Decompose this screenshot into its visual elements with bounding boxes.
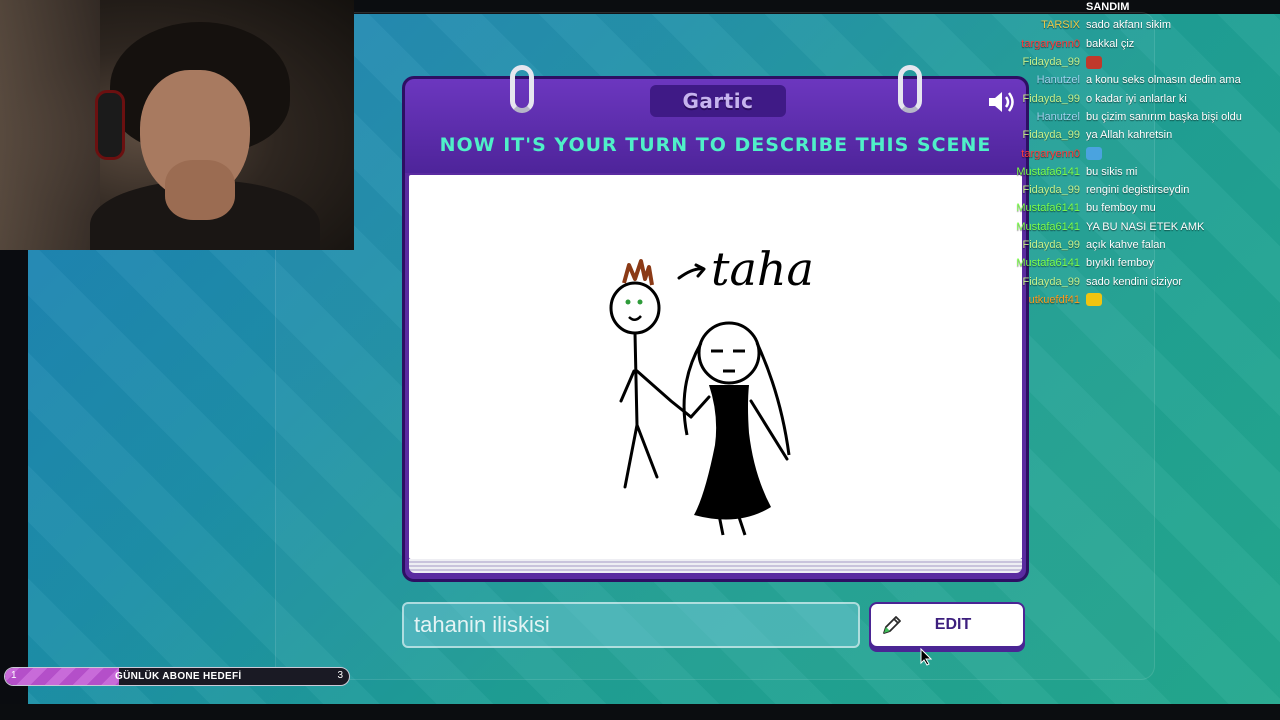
goal-end-count: 3 bbox=[337, 670, 343, 681]
chat-username: Mustafa6141 bbox=[1016, 257, 1080, 270]
left-strip bbox=[0, 250, 28, 704]
chat-message: Fidayda_99 açık kahve falan bbox=[990, 236, 1280, 254]
chat-text: bu çizim sanırım başka bişi oldu bbox=[1086, 110, 1242, 123]
chat-username: utkuefdf41 bbox=[1028, 293, 1080, 306]
scene-drawing: taha bbox=[609, 242, 814, 536]
subscriber-goal-fill bbox=[5, 668, 119, 685]
mouse-cursor-icon bbox=[920, 648, 932, 666]
pencil-icon bbox=[883, 616, 901, 634]
chat-username: Mustafa6141 bbox=[1016, 202, 1080, 215]
chat-text: bu sikis mi bbox=[1086, 165, 1138, 178]
chat-text: açık kahve falan bbox=[1086, 239, 1166, 251]
chat-message: Fidayda_99 sado kendini ciziyor bbox=[990, 272, 1280, 290]
stick-head bbox=[609, 281, 661, 335]
chat-text: o kadar iyi anlarlar ki bbox=[1086, 92, 1187, 105]
chat-username: Hanutzel bbox=[1036, 110, 1080, 123]
goal-start-count: 1 bbox=[11, 670, 17, 681]
webcam-wall bbox=[0, 0, 100, 250]
headset-icon bbox=[95, 90, 125, 160]
chat-text: a konu seks olmasın dedin ama bbox=[1086, 74, 1241, 87]
chat-message: Hanutzel bu çizim sanırım başka bişi oldu bbox=[990, 108, 1280, 126]
gartic-logo: Gartic bbox=[650, 85, 786, 117]
chat-username: Fidayda_99 bbox=[1022, 129, 1081, 142]
chat-message: Hanutzel a konu seks olmasın dedin ama bbox=[990, 71, 1280, 89]
turn-instruction: NOW IT'S YOUR TURN TO DESCRIBE THIS SCEN… bbox=[439, 134, 992, 156]
binder-ring-icon bbox=[898, 65, 922, 113]
drawing-canvas: taha bbox=[409, 175, 1022, 559]
chat-message: Fidayda_99 bbox=[990, 53, 1280, 71]
chat-message: Fidayda_99 rengini degistirseydin bbox=[990, 181, 1280, 199]
chat-emote-icon bbox=[1086, 293, 1102, 307]
chat-message: Mustafa6141 bıyıklı femboy bbox=[990, 254, 1280, 272]
webcam-overlay bbox=[0, 0, 354, 250]
chat-emote-icon bbox=[1086, 147, 1102, 161]
chat-message: Mustafa6141 bu femboy mu bbox=[990, 199, 1280, 217]
bottom-bar bbox=[0, 704, 1280, 720]
chat-text: bıyıklı femboy bbox=[1086, 257, 1154, 270]
chat-overlay: SANDIM TARSIX sado akfanı sikim targaryenn0… bbox=[990, 0, 1280, 309]
girl-dress bbox=[694, 385, 771, 520]
chat-username: TARSIX bbox=[1041, 19, 1080, 32]
chat-text: bu femboy mu bbox=[1086, 202, 1156, 215]
chat-username: Fidayda_99 bbox=[1022, 275, 1081, 288]
chat-text: sado akfanı sikim bbox=[1086, 19, 1171, 32]
chat-username: Mustafa6141 bbox=[1016, 220, 1080, 233]
chat-text: YA BU NASİ ETEK AMK bbox=[1086, 220, 1205, 233]
scene-card: Gartic NOW IT'S YOUR TURN TO DESCRIBE TH… bbox=[402, 65, 1029, 582]
chat-message: Fidayda_99 ya Allah kahretsin bbox=[990, 126, 1280, 144]
description-input[interactable] bbox=[402, 602, 860, 648]
edit-button[interactable]: EDIT bbox=[869, 602, 1025, 648]
stick-body bbox=[623, 331, 659, 489]
chat-text: SANDIM bbox=[1086, 1, 1130, 14]
chat-username: targaryenn0 bbox=[1021, 147, 1080, 160]
edit-button-label: EDIT bbox=[934, 616, 972, 633]
chat-username: Fidayda_99 bbox=[1022, 239, 1081, 251]
card-header: Gartic NOW IT'S YOUR TURN TO DESCRIBE TH… bbox=[405, 65, 1026, 173]
arrow-icon bbox=[677, 263, 706, 280]
chat-text: sado kendini ciziyor bbox=[1086, 275, 1182, 288]
webcam-hand bbox=[165, 160, 235, 220]
girl-head bbox=[697, 321, 761, 385]
chat-message: SANDIM bbox=[990, 0, 1280, 16]
chat-message: Mustafa6141 YA BU NASİ ETEK AMK bbox=[990, 218, 1280, 236]
hair-doodle bbox=[622, 259, 654, 286]
chat-message: utkuefdf41 bbox=[990, 291, 1280, 309]
page-edge bbox=[409, 559, 1022, 573]
chat-text: rengini degistirseydin bbox=[1086, 184, 1190, 197]
chat-message: Mustafa6141 bu sikis mi bbox=[990, 163, 1280, 181]
chat-message: Fidayda_99 o kadar iyi anlarlar ki bbox=[990, 89, 1280, 107]
subscriber-goal-bar: 1 GÜNLÜK ABONE HEDEFİ 3 bbox=[4, 667, 350, 686]
chat-username: Fidayda_99 bbox=[1022, 92, 1081, 105]
chat-username: targaryenn0 bbox=[1021, 37, 1080, 50]
chat-text: ya Allah kahretsin bbox=[1086, 129, 1173, 142]
chat-username: Fidayda_99 bbox=[1022, 56, 1081, 69]
chat-text: bakkal çiz bbox=[1086, 37, 1135, 50]
binder-ring-icon bbox=[510, 65, 534, 113]
chat-message: TARSIX sado akfanı sikim bbox=[990, 16, 1280, 34]
chat-emote-icon bbox=[1086, 55, 1102, 69]
chat-username: Mustafa6141 bbox=[1016, 165, 1080, 178]
chat-message: targaryenn0 bbox=[990, 144, 1280, 162]
chat-username: Hanutzel bbox=[1036, 74, 1080, 87]
chat-username: Fidayda_99 bbox=[1022, 184, 1081, 197]
goal-label: GÜNLÜK ABONE HEDEFİ bbox=[115, 671, 242, 682]
drawing-label: taha bbox=[711, 242, 814, 296]
chat-message: targaryenn0 bakkal çiz bbox=[990, 35, 1280, 53]
